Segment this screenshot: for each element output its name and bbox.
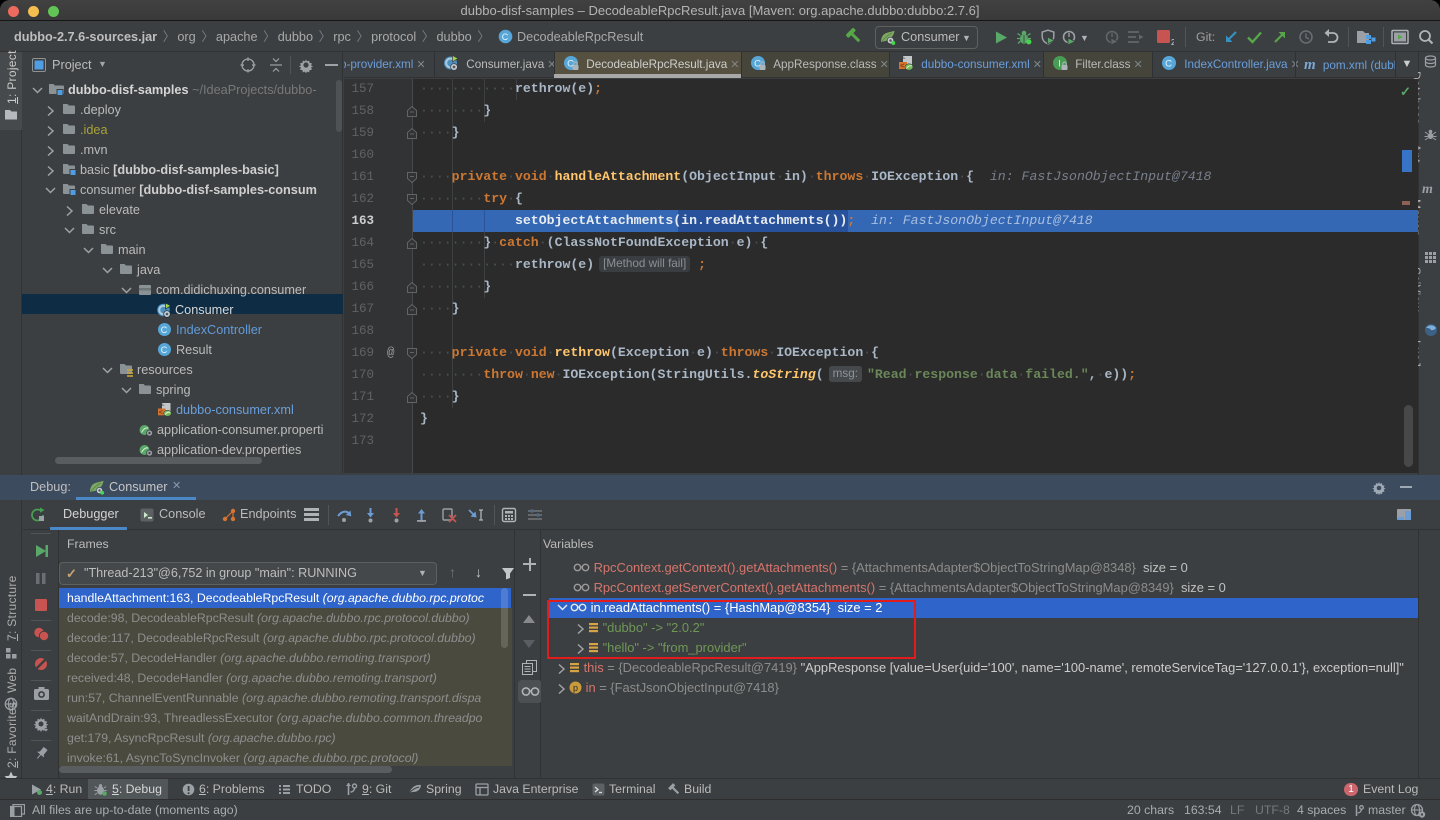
svg-text:C: C <box>161 345 168 355</box>
svg-text:I: I <box>1058 59 1061 70</box>
svg-text:C: C <box>502 33 509 43</box>
svg-text:p: p <box>573 683 578 693</box>
svg-text:C: C <box>161 325 168 335</box>
svg-text:C: C <box>1165 59 1172 70</box>
svg-text:<: < <box>159 409 163 417</box>
svg-text:<: < <box>900 63 905 71</box>
svg-text:2: 2 <box>1171 38 1174 46</box>
